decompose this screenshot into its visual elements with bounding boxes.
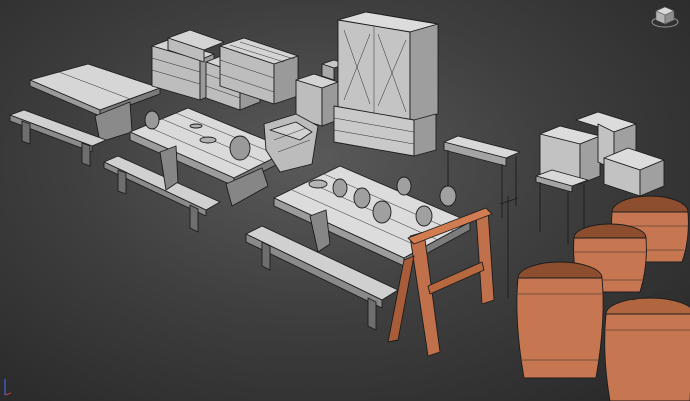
viewcube-icon[interactable] bbox=[650, 4, 680, 30]
tall-wardrobe[interactable] bbox=[333, 11, 439, 157]
axis-gizmo-icon bbox=[4, 379, 12, 396]
3d-viewport[interactable] bbox=[0, 0, 690, 401]
coat-rack[interactable] bbox=[499, 196, 519, 298]
tall-stand[interactable] bbox=[443, 135, 521, 218]
barrel-front-left[interactable] bbox=[516, 261, 604, 379]
barrel-front-right[interactable] bbox=[604, 291, 690, 401]
left-bench[interactable] bbox=[9, 109, 107, 167]
scene-render[interactable] bbox=[0, 0, 690, 401]
